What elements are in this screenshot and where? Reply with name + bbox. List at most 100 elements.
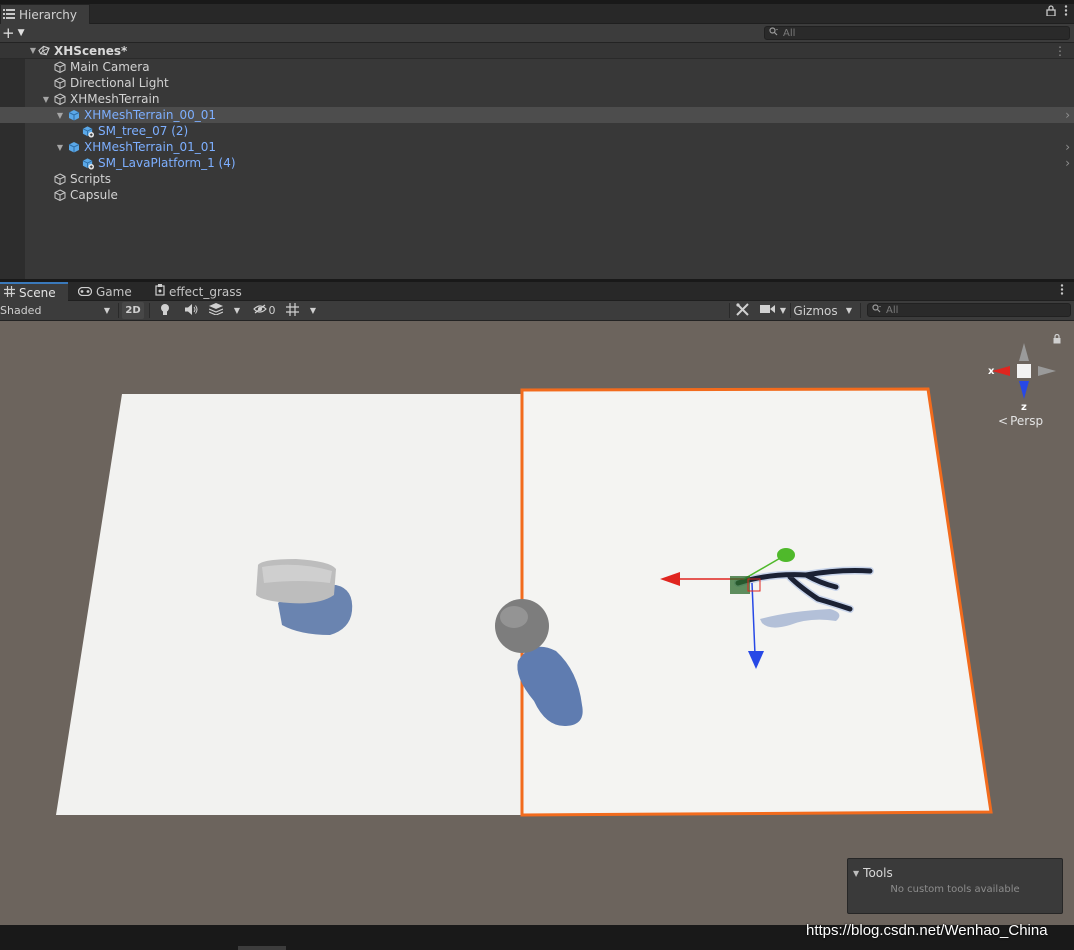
chevron-right-icon[interactable]: ›	[1065, 156, 1070, 170]
item-label: Directional Light	[70, 76, 169, 90]
gizmo-neg-x-cone	[1038, 366, 1056, 376]
scene-kebab-menu-icon[interactable]	[1060, 284, 1064, 298]
gizmo-y-cone	[1019, 343, 1029, 361]
gizmos-button[interactable]: Gizmos	[793, 302, 838, 319]
camera-settings-button[interactable]	[757, 302, 777, 319]
toolbar-separator	[790, 303, 791, 318]
unity-scene-icon	[38, 45, 50, 57]
prefab-cube-icon	[68, 109, 80, 121]
hierarchy-item-directional-light[interactable]: Directional Light	[0, 75, 1074, 91]
hierarchy-item-sm-lavaplatform-1[interactable]: SM_LavaPlatform_1 (4) ›	[0, 155, 1074, 171]
tree-leaf	[777, 548, 795, 562]
script-icon	[155, 284, 165, 299]
expand-arrow-icon[interactable]: ▼	[41, 95, 51, 104]
item-label: Capsule	[70, 188, 118, 202]
hierarchy-window-controls	[1046, 5, 1068, 19]
chevron-down-icon: ▼	[233, 306, 241, 315]
hidden-objects-toggle[interactable]: 0	[250, 302, 278, 319]
tab-effect-grass[interactable]: effect_grass	[151, 282, 246, 301]
search-placeholder: All	[886, 304, 899, 316]
list-icon	[3, 8, 15, 22]
expand-arrow-icon[interactable]: ▼	[55, 111, 65, 120]
grid-dropdown-button[interactable]: ▼	[306, 302, 320, 319]
capsule-sphere-shade	[500, 606, 528, 628]
expand-arrow-icon[interactable]: ▼	[55, 143, 65, 152]
item-label: XHMeshTerrain_00_01	[84, 108, 216, 122]
kebab-menu-icon[interactable]	[1064, 5, 1068, 19]
hierarchy-scene-row[interactable]: ▼ XHScenes* ⋮	[0, 43, 1074, 59]
chevron-right-icon[interactable]: ›	[1065, 140, 1070, 154]
prefab-variant-icon	[82, 125, 94, 137]
hierarchy-item-xhmeshterrain[interactable]: ▼ XHMeshTerrain	[0, 91, 1074, 107]
camera-dropdown-button[interactable]: ▼	[777, 302, 789, 319]
tools-overlay[interactable]: ▼ Tools No custom tools available	[847, 858, 1063, 914]
hidden-count: 0	[268, 304, 276, 317]
lock-icon[interactable]	[1046, 5, 1056, 19]
hierarchy-item-sm-tree-07[interactable]: SM_tree_07 (2)	[0, 123, 1074, 139]
create-dropdown-button[interactable]: + ▼	[2, 24, 30, 42]
hierarchy-tab-label: Hierarchy	[19, 7, 78, 22]
grid-toggle-button[interactable]	[283, 302, 301, 319]
item-label: XHMeshTerrain	[70, 92, 160, 106]
audio-toggle-button[interactable]	[182, 302, 200, 319]
scene-viewport[interactable]: x z < Persp	[0, 321, 1074, 925]
hierarchy-tab-bar	[90, 4, 1074, 24]
tab-game[interactable]: Game	[74, 282, 136, 301]
hierarchy-item-capsule[interactable]: Capsule	[0, 187, 1074, 203]
gameobject-cube-icon	[54, 61, 66, 73]
hierarchy-item-scripts[interactable]: Scripts	[0, 171, 1074, 187]
tab-label: effect_grass	[169, 284, 242, 299]
gizmo-z-cone	[1019, 381, 1029, 399]
hierarchy-search-input[interactable]: All	[764, 26, 1070, 40]
gizmos-label: Gizmos	[793, 303, 838, 318]
gameobject-cube-icon	[54, 77, 66, 89]
grid-icon	[4, 285, 15, 300]
effects-dropdown-button[interactable]: ▼	[230, 302, 244, 319]
search-placeholder: All	[783, 27, 796, 39]
gizmo-x-cone	[992, 366, 1010, 376]
chevron-right-icon[interactable]: ›	[1065, 108, 1070, 122]
expand-arrow-icon[interactable]: ▼	[28, 46, 38, 55]
lighting-toggle-button[interactable]	[156, 302, 174, 319]
item-label: SM_tree_07 (2)	[98, 124, 189, 138]
toolbar-separator	[118, 303, 119, 318]
hierarchy-item-xhmeshterrain-01-01[interactable]: ▼ XHMeshTerrain_01_01 ›	[0, 139, 1074, 155]
prefab-cube-icon	[68, 141, 80, 153]
perspective-icon: <	[998, 414, 1009, 428]
gameobject-cube-icon	[54, 173, 66, 185]
scene-menu-icon[interactable]: ⋮	[1054, 44, 1066, 58]
hierarchy-item-main-camera[interactable]: Main Camera	[0, 59, 1074, 75]
shading-mode-dropdown[interactable]: Shaded ▼	[0, 302, 114, 319]
chevron-down-icon: ▼	[309, 306, 317, 315]
chevron-down-icon: ▼	[845, 306, 853, 315]
plus-icon: +	[2, 24, 15, 42]
status-progress-stub	[238, 946, 286, 950]
layers-icon	[208, 303, 224, 318]
toolbar-separator	[729, 303, 730, 318]
item-label: XHMeshTerrain_01_01	[84, 140, 216, 154]
tab-scene[interactable]: Scene	[0, 282, 68, 301]
toggle-2d-button[interactable]: 2D	[122, 302, 144, 319]
chevron-down-icon: ▼	[779, 306, 787, 315]
scene-search-input[interactable]: All	[867, 303, 1071, 317]
wrench-icon	[735, 302, 749, 319]
hierarchy-item-xhmeshterrain-00-01[interactable]: ▼ XHMeshTerrain_00_01 ›	[0, 107, 1074, 123]
gizmos-dropdown-button[interactable]: ▼	[842, 302, 856, 319]
watermark-text: https://blog.csdn.net/Wenhao_China	[806, 922, 1048, 939]
gizmo-lock-icon[interactable]	[1053, 333, 1061, 347]
gizmo-z-label: z	[1021, 402, 1027, 413]
tools-overlay-message: No custom tools available	[890, 884, 1020, 895]
item-label: Scripts	[70, 172, 112, 186]
gamepad-icon	[77, 285, 93, 299]
prefab-variant-icon	[82, 157, 94, 169]
tab-label: Scene	[19, 285, 56, 300]
search-icon	[769, 27, 779, 39]
effects-toggle-button[interactable]	[206, 302, 226, 319]
item-label: SM_LavaPlatform_1 (4)	[98, 156, 236, 170]
gameobject-cube-icon	[54, 189, 66, 201]
collapse-arrow-icon[interactable]: ▼	[853, 869, 859, 878]
projection-toggle[interactable]: < Persp	[998, 414, 1043, 428]
tools-toggle-button[interactable]	[733, 302, 751, 319]
projection-label: Persp	[1010, 414, 1044, 428]
tab-hierarchy[interactable]: Hierarchy	[0, 4, 90, 24]
